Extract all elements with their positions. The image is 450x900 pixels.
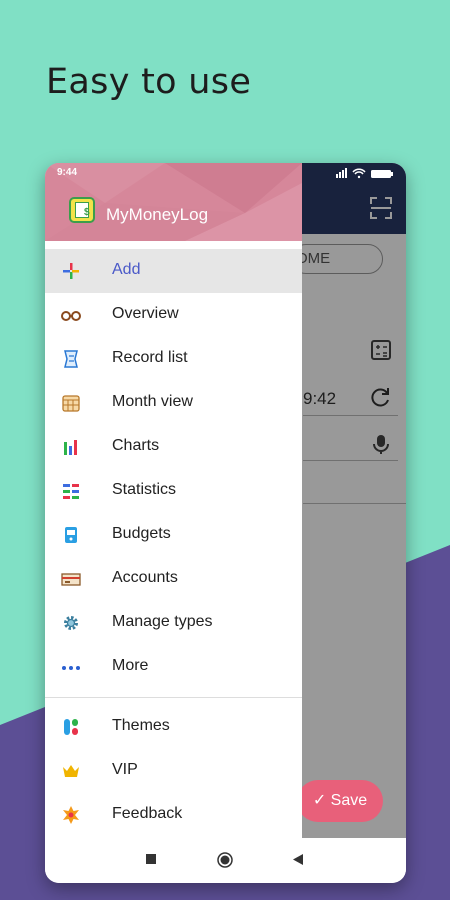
menu-label: Add [112,261,141,278]
menu-label: Overview [112,305,179,322]
calendar-icon [62,395,80,412]
plus-icon [63,263,79,279]
menu-label: Statistics [112,481,177,498]
menu-item-overview[interactable]: Overview [45,293,302,337]
menu-item-record-list[interactable]: Record list [45,337,302,381]
headline: Easy to use [46,62,252,102]
menu-item-month-view[interactable]: Month view [45,381,302,425]
app-name: MyMoneyLog [106,205,209,224]
status-time: 9:44 [57,167,78,178]
menu-item-vip[interactable]: VIP [45,749,302,793]
back-icon[interactable] [293,854,303,865]
menu-label: Budgets [112,525,171,542]
budget-icon [65,527,77,543]
save-button[interactable]: ✓ Save [297,780,383,822]
recents-icon[interactable] [146,854,156,864]
gear-icon [64,616,78,630]
bar-chart-icon [64,440,77,455]
statistics-icon [63,484,79,499]
drawer-divider [45,697,302,698]
menu-label: Charts [112,437,160,454]
phone-frame: OME 9:42 ✓ Save $ MyMoneyLog Add Overvie… [45,163,406,883]
navigation-drawer: $ MyMoneyLog Add Overview Record list Mo… [45,163,302,838]
app-logo: $ [69,197,95,223]
receipt-icon [64,350,78,368]
menu-item-budgets[interactable]: Budgets [45,513,302,557]
menu-label: Record list [112,349,188,366]
status-bar: 9:44 [45,163,406,183]
menu-label: Accounts [112,569,178,586]
themes-icon [64,719,78,735]
status-icons [336,168,393,179]
more-dots-icon [62,666,80,670]
accounts-icon [61,573,81,586]
menu-label: Month view [112,393,193,410]
menu-item-more[interactable]: More [45,645,302,689]
menu-label: Themes [112,717,170,734]
menu-item-accounts[interactable]: Accounts [45,557,302,601]
menu-item-themes[interactable]: Themes [45,705,302,749]
menu-label: Manage types [112,613,213,630]
menu-item-charts[interactable]: Charts [45,425,302,469]
menu-item-manage-types[interactable]: Manage types [45,601,302,645]
menu-label: VIP [112,761,138,778]
menu-item-feedback[interactable]: Feedback [45,793,302,837]
home-icon[interactable] [217,852,233,868]
menu-item-statistics[interactable]: Statistics [45,469,302,513]
menu-item-add[interactable]: Add [45,249,302,293]
menu-label: More [112,657,149,674]
menu-label: Feedback [112,805,183,822]
crown-icon [63,765,79,777]
feedback-icon [63,806,79,824]
system-navigation-bar [45,838,406,883]
glasses-icon [61,311,81,321]
